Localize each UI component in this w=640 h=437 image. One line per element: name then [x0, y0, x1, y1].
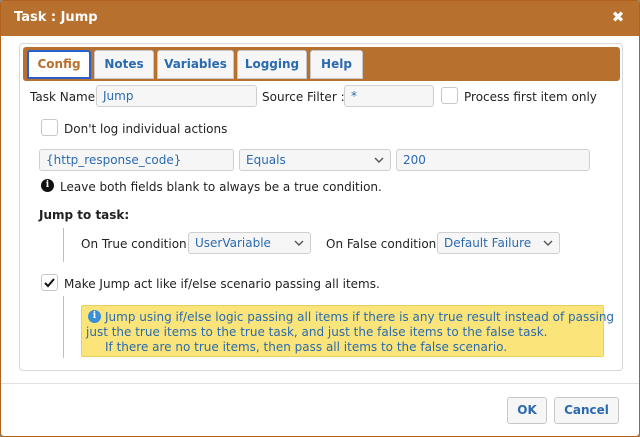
source-filter-input[interactable]: * [344, 85, 434, 107]
jump-indent-line [63, 228, 64, 262]
dont-log-checkbox[interactable] [41, 119, 58, 136]
task-name-input[interactable]: Jump [96, 85, 257, 107]
chevron-down-icon [294, 240, 304, 246]
condition-field-input[interactable]: {http_response_code} [39, 149, 234, 171]
on-true-value: UserVariable [195, 236, 271, 250]
footer-divider [1, 383, 639, 384]
chevron-down-icon [374, 157, 384, 163]
process-first-checkbox[interactable] [441, 87, 458, 104]
ifelse-label: Make Jump act like if/else scenario pass… [64, 277, 380, 291]
on-true-label: On True condition: [81, 237, 191, 251]
process-first-label: Process first item only [464, 90, 597, 104]
on-false-value: Default Failure [444, 236, 532, 250]
close-icon[interactable]: ✖ [609, 8, 627, 26]
condition-operator-value: Equals [246, 153, 286, 167]
note-line-3: If there are no true items, then pass al… [105, 340, 508, 354]
tab-variables[interactable]: Variables [157, 50, 234, 79]
jump-section-label: Jump to task: [39, 208, 130, 222]
ok-button[interactable]: OK [507, 397, 547, 424]
task-name-label: Task Name: [30, 90, 100, 104]
dont-log-label: Don't log individual actions [64, 122, 228, 136]
ifelse-indent-line [63, 296, 64, 358]
info-icon: i [88, 310, 101, 323]
task-jump-dialog: Task : Jump ✖ Config Notes Variables Log… [0, 0, 640, 437]
tab-logging[interactable]: Logging [237, 50, 307, 79]
info-icon: i [41, 179, 54, 192]
blank-hint-text: Leave both fields blank to always be a t… [60, 180, 382, 194]
tab-help[interactable]: Help [310, 50, 363, 79]
checkmark-icon [44, 278, 55, 288]
on-false-label: On False condition: [326, 237, 441, 251]
cancel-button[interactable]: Cancel [554, 397, 619, 424]
ifelse-checkbox[interactable] [41, 274, 58, 291]
tab-config[interactable]: Config [27, 50, 91, 79]
on-false-select[interactable]: Default Failure [437, 232, 560, 254]
on-true-select[interactable]: UserVariable [188, 232, 311, 254]
condition-value-input[interactable]: 200 [396, 149, 590, 171]
condition-operator-select[interactable]: Equals [239, 149, 391, 171]
ifelse-note: i Jump using if/else logic passing all i… [81, 305, 614, 357]
dialog-title: Task : Jump [14, 10, 98, 25]
source-filter-label: Source Filter : [262, 90, 345, 104]
note-line-1: Jump using if/else logic passing all ite… [105, 310, 615, 324]
chevron-down-icon [543, 240, 553, 246]
tab-bar: Config Notes Variables Logging Help [23, 47, 620, 81]
note-line-2: just the true items to the true task, an… [86, 325, 548, 339]
title-bar: Task : Jump ✖ [1, 1, 639, 36]
tab-notes[interactable]: Notes [94, 50, 154, 79]
